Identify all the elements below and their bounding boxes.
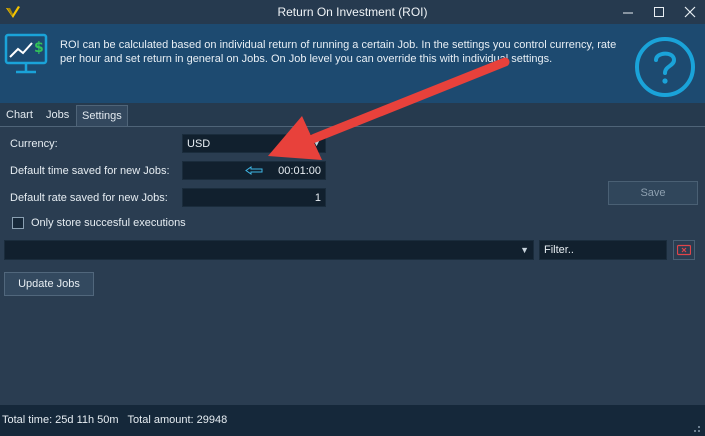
minimize-button[interactable]	[612, 0, 644, 24]
resize-grip-icon[interactable]	[691, 423, 701, 433]
tab-strip: Chart Jobs Settings	[0, 104, 705, 126]
currency-value: USD	[187, 138, 211, 150]
update-jobs-button[interactable]: Update Jobs	[4, 272, 94, 296]
default-rate-value: 1	[314, 192, 321, 204]
maximize-icon	[654, 7, 664, 17]
tab-chart[interactable]: Chart	[1, 105, 38, 126]
settings-panel: Currency: USD ▼ Default time saved for n…	[0, 126, 705, 405]
title-bar: Return On Investment (ROI)	[0, 0, 705, 24]
checkbox-label: Only store succesful executions	[31, 217, 186, 229]
tab-jobs[interactable]: Jobs	[41, 105, 74, 126]
clear-icon	[677, 244, 691, 256]
window-title: Return On Investment (ROI)	[277, 5, 428, 19]
default-time-value: 00:01:00	[278, 165, 321, 177]
filter-input[interactable]: Filter..	[539, 240, 667, 260]
chevron-down-icon: ▼	[312, 138, 321, 148]
minimize-icon	[623, 12, 633, 14]
back-arrow-icon	[245, 166, 263, 175]
banner-description: ROI can be calculated based on individua…	[60, 39, 617, 65]
save-button[interactable]: Save	[608, 181, 698, 205]
job-select[interactable]: ▼	[4, 240, 534, 260]
info-banner: $ ROI can be calculated based on individ…	[0, 24, 705, 103]
currency-label: Currency:	[10, 138, 58, 150]
maximize-button[interactable]	[643, 0, 675, 24]
currency-select[interactable]: USD ▼	[182, 134, 326, 153]
status-bar: Total time: 25d 11h 50m Total amount: 29…	[0, 405, 705, 436]
svg-text:$: $	[34, 40, 44, 56]
status-totals: Total time: 25d 11h 50m Total amount: 29…	[2, 414, 228, 426]
monitor-dollar-icon: $	[4, 33, 48, 74]
time-label: Default time saved for new Jobs:	[10, 165, 170, 177]
chevron-down-icon: ▼	[520, 245, 529, 255]
default-rate-input[interactable]: 1	[182, 188, 326, 207]
default-time-input[interactable]: 00:01:00	[182, 161, 326, 180]
close-icon	[684, 6, 696, 18]
question-circle-icon[interactable]	[634, 36, 696, 98]
successful-only-checkbox[interactable]	[12, 217, 24, 229]
filter-placeholder: Filter..	[544, 244, 574, 256]
close-button[interactable]	[674, 0, 705, 24]
tab-settings[interactable]: Settings	[76, 105, 128, 126]
rate-label: Default rate saved for new Jobs:	[10, 192, 168, 204]
clear-filter-button[interactable]	[673, 240, 695, 260]
